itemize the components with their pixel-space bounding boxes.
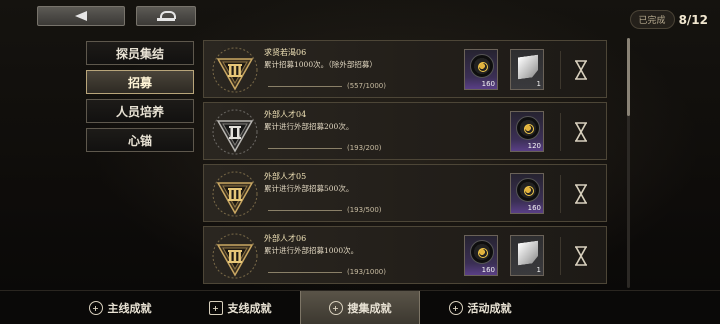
shield-plus-icon: + [88, 301, 103, 315]
progress-bar [268, 210, 342, 211]
reward-quantity: 160 [527, 204, 541, 212]
reward-quantity: 160 [481, 266, 495, 274]
tab-label: 主线成就 [107, 302, 152, 315]
reward-item[interactable]: 1 [510, 49, 544, 90]
reward-quantity: 120 [527, 142, 541, 150]
completion-badge: 已完成 8/12 [629, 10, 708, 29]
category-menu: 探员集结 招募 人员培养 心锚 [86, 41, 194, 157]
tab-label: 活动成就 [467, 302, 512, 315]
hourglass-icon [560, 51, 600, 89]
achievement-description: 累计进行外部招募200次。 [264, 122, 354, 131]
achievement-row: 外部人才04 累计进行外部招募200次。 (193/200) 120 [203, 102, 607, 160]
tab-label: 支线成就 [227, 302, 272, 315]
tab-spacer [0, 291, 60, 324]
record-disc-icon [516, 116, 540, 140]
completion-count: 8/12 [678, 12, 708, 27]
tier-iii-emblem-icon [212, 233, 258, 279]
progress-text: (193/1000) [347, 268, 386, 276]
record-disc-icon [516, 178, 540, 202]
card-plus-icon: + [208, 301, 223, 315]
achievement-title: 求贤若渴06 [264, 48, 307, 57]
category-item-training[interactable]: 人员培养 [86, 99, 194, 123]
home-icon [157, 11, 176, 21]
achievement-description: 累计进行外部招募1000次。 [264, 246, 359, 255]
achievement-title: 外部人才05 [264, 172, 307, 181]
tier-ii-emblem-icon [212, 109, 258, 155]
tier-iii-emblem-icon [212, 47, 258, 93]
category-label: 招募 [127, 75, 152, 90]
paper-sheet-icon [518, 55, 538, 80]
category-item-agent-assembly[interactable]: 探员集结 [86, 41, 194, 65]
progress-text: (193/500) [347, 206, 382, 214]
scrollbar-thumb[interactable] [627, 38, 630, 116]
achievement-description: 累计进行外部招募500次。 [264, 184, 354, 193]
achievement-description: 累计招募1000次。（除外部招募） [264, 60, 377, 69]
completion-label: 已完成 [629, 10, 675, 29]
achievement-title: 外部人才06 [264, 234, 307, 243]
achievement-title: 外部人才04 [264, 110, 307, 119]
category-item-recruit[interactable]: 招募 [86, 70, 194, 94]
reward-item[interactable]: 160 [510, 173, 544, 214]
progress-text: (557/1000) [347, 82, 386, 90]
progress-text: (193/200) [347, 144, 382, 152]
paper-sheet-icon [518, 241, 538, 266]
shield-plus-icon: + [328, 301, 343, 315]
achievement-row: 外部人才06 累计进行外部招募1000次。 (193/1000) 160 1 [203, 226, 607, 284]
reward-quantity: 160 [481, 80, 495, 88]
bottom-tab-bar: + 主线成就 + 支线成就 + 搜集成就 + 活动成就 [0, 290, 720, 324]
progress-bar [268, 86, 342, 87]
record-disc-icon [470, 240, 494, 264]
list-scrollbar[interactable] [627, 38, 630, 288]
tab-side-achievements[interactable]: + 支线成就 [180, 291, 300, 324]
category-label: 探员集结 [115, 46, 164, 61]
record-disc-icon [470, 54, 494, 78]
achievement-row: 外部人才05 累计进行外部招募500次。 (193/500) 160 [203, 164, 607, 222]
reward-item[interactable]: 160 [464, 235, 498, 276]
category-item-heart-anchor[interactable]: 心锚 [86, 128, 194, 152]
achievement-row: 求贤若渴06 累计招募1000次。（除外部招募） (557/1000) 160 … [203, 40, 607, 98]
tab-collection-achievements[interactable]: + 搜集成就 [300, 291, 420, 324]
category-label: 心锚 [127, 133, 152, 148]
category-label: 人员培养 [115, 104, 164, 119]
home-button[interactable] [136, 6, 196, 26]
shield-plus-icon: + [448, 301, 463, 315]
tab-main-achievements[interactable]: + 主线成就 [60, 291, 180, 324]
hourglass-icon [560, 175, 600, 213]
hourglass-icon [560, 113, 600, 151]
tier-iii-emblem-icon [212, 171, 258, 217]
progress-bar [268, 272, 342, 273]
back-button[interactable] [37, 6, 125, 26]
back-arrow-icon [75, 11, 87, 21]
tab-label: 搜集成就 [347, 302, 392, 315]
reward-quantity: 1 [536, 266, 541, 274]
tab-event-achievements[interactable]: + 活动成就 [420, 291, 540, 324]
reward-quantity: 1 [536, 80, 541, 88]
reward-item[interactable]: 120 [510, 111, 544, 152]
progress-bar [268, 148, 342, 149]
reward-item[interactable]: 1 [510, 235, 544, 276]
achievement-list[interactable]: 求贤若渴06 累计招募1000次。（除外部招募） (557/1000) 160 … [203, 38, 607, 290]
reward-item[interactable]: 160 [464, 49, 498, 90]
hourglass-icon [560, 237, 600, 275]
